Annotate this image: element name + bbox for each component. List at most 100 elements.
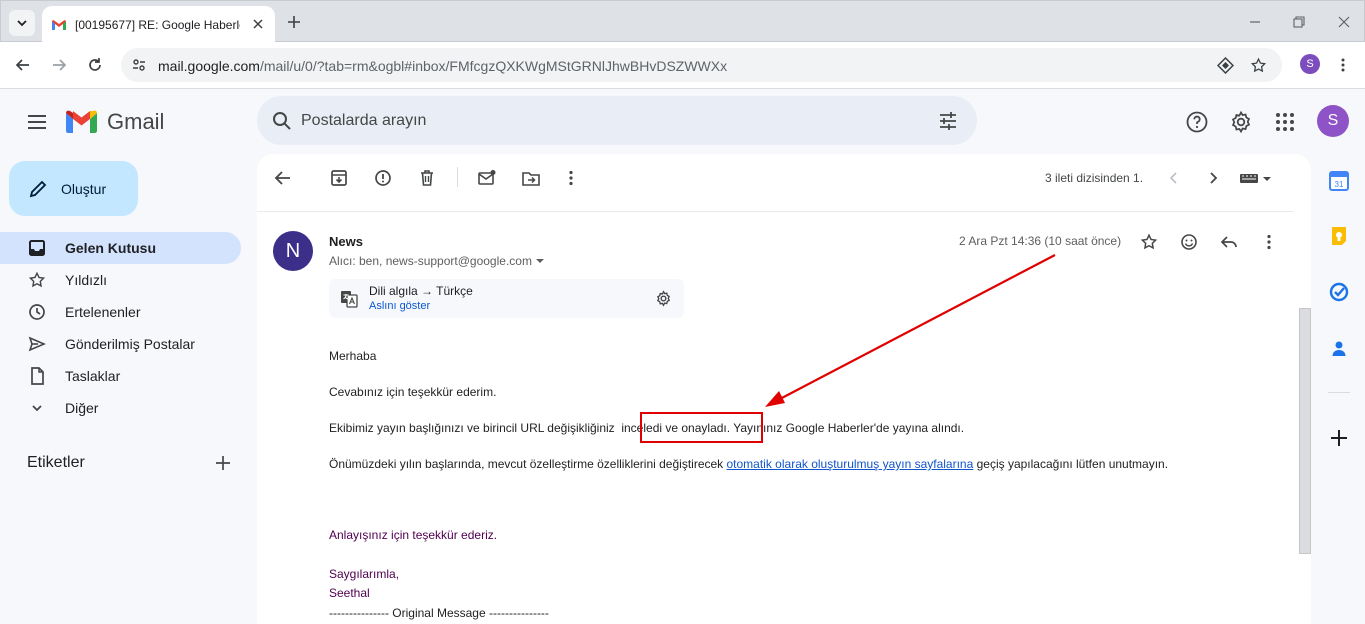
body-line-future: Önümüzdeki yılın başlarında, mevcut özel…: [329, 457, 1169, 471]
sidebar-item-starred[interactable]: Yıldızlı: [0, 264, 241, 296]
back-to-inbox-icon[interactable]: [274, 169, 292, 187]
chevron-down-icon: [32, 405, 42, 412]
older-chevron-icon[interactable]: [1204, 169, 1222, 187]
input-tools-icon[interactable]: [1239, 169, 1273, 187]
toolbar-separator: [457, 167, 458, 187]
sidebar-item-label: Ertelenenler: [65, 304, 141, 320]
sidebar-nav: Gelen Kutusu Yıldızlı Ertelenenler Gönde…: [0, 232, 241, 424]
side-panel-divider: [1328, 392, 1350, 393]
auto-generated-pages-link[interactable]: otomatik olarak oluşturulmuş yayın sayfa…: [727, 457, 974, 471]
browser-menu-icon[interactable]: [1341, 58, 1345, 72]
sender-name[interactable]: News: [329, 234, 363, 249]
star-icon[interactable]: [1140, 233, 1158, 251]
scrollbar-thumb[interactable]: [1299, 308, 1311, 554]
search-bar[interactable]: Postalarda arayın: [257, 96, 977, 145]
bookmark-star-icon[interactable]: [1250, 57, 1267, 74]
browser-tab-bar: [00195677] RE: Google Haberler: [0, 0, 1365, 43]
message-more-icon[interactable]: [1260, 233, 1278, 251]
signature: Seethal: [329, 586, 370, 600]
message-toolbar: 3 ileti dizisinden 1.: [257, 154, 1311, 202]
pencil-icon: [29, 180, 47, 197]
restore-icon[interactable]: [1292, 15, 1306, 29]
browser-profile-avatar[interactable]: S: [1300, 54, 1320, 74]
account-avatar[interactable]: S: [1317, 105, 1349, 137]
search-input[interactable]: Postalarda arayın: [301, 112, 426, 130]
gmail-logo-icon[interactable]: [66, 110, 97, 133]
apps-grid-icon[interactable]: [1273, 110, 1297, 134]
translate-icon: [341, 291, 358, 308]
settings-gear-icon[interactable]: [1229, 110, 1253, 134]
browser-address-bar: mail.google.com/mail/u/0/?tab=rm&ogbl#in…: [0, 42, 1365, 89]
sidebar-item-snoozed[interactable]: Ertelenenler: [0, 296, 241, 328]
keep-icon[interactable]: [1329, 226, 1349, 246]
greeting: Merhaba: [329, 349, 377, 363]
emoji-react-icon[interactable]: [1180, 233, 1198, 251]
contacts-icon[interactable]: [1329, 338, 1349, 358]
more-options-icon[interactable]: [562, 169, 580, 187]
archive-icon[interactable]: [330, 169, 348, 187]
show-original-link[interactable]: Aslını göster: [369, 300, 430, 312]
translate-page-icon[interactable]: [1217, 57, 1234, 74]
recipients-dropdown-icon[interactable]: [535, 257, 545, 265]
message-date: 2 Ara Pzt 14:36 (10 saat önce): [959, 234, 1122, 248]
recipients-line[interactable]: Alıcı: ben, news-support@google.com: [329, 254, 545, 268]
close-window-icon[interactable]: [1337, 15, 1351, 29]
body-line-understanding: Anlayışınız için teşekkür ederiz.: [329, 528, 498, 542]
sender-avatar[interactable]: N: [273, 231, 313, 271]
close-tab-icon[interactable]: [251, 17, 265, 31]
pagination-text: 3 ileti dizisinden 1.: [1045, 171, 1144, 185]
tab-title: [00195677] RE: Google Haberler: [75, 17, 240, 32]
translation-language[interactable]: Dili algıla → Türkçe: [369, 284, 473, 298]
back-icon[interactable]: [14, 56, 32, 74]
translation-bar: Dili algıla → Türkçe Aslını göster: [329, 279, 684, 318]
compose-label: Oluştur: [61, 180, 107, 197]
tasks-icon[interactable]: [1329, 282, 1349, 302]
sidebar-item-more[interactable]: Diğer: [0, 392, 241, 424]
move-to-icon[interactable]: [522, 169, 540, 187]
sidebar-item-label: Yıldızlı: [65, 272, 108, 288]
calendar-icon[interactable]: 31: [1329, 171, 1349, 191]
reload-icon[interactable]: [86, 56, 104, 74]
sidebar-item-drafts[interactable]: Taslaklar: [0, 360, 241, 392]
sidebar-item-label: Gönderilmiş Postalar: [65, 336, 195, 352]
message-pane: 3 ileti dizisinden 1. N News Alıcı: ben,…: [257, 154, 1311, 624]
labels-header: Etiketler: [27, 454, 85, 471]
get-addons-icon[interactable]: [1329, 428, 1349, 448]
newer-chevron-icon[interactable]: [1165, 169, 1183, 187]
mark-unread-icon[interactable]: [478, 169, 496, 187]
sidebar-item-sent[interactable]: Gönderilmiş Postalar: [0, 328, 241, 360]
sidebar-item-label: Diğer: [65, 400, 99, 416]
reply-icon[interactable]: [1220, 233, 1238, 251]
compose-button[interactable]: Oluştur: [9, 161, 138, 216]
gmail-window: [00195677] RE: Google Haberler mail.goog…: [0, 0, 1365, 624]
draft-icon: [31, 367, 44, 385]
sidebar-item-inbox[interactable]: Gelen Kutusu: [0, 232, 241, 264]
translation-settings-icon[interactable]: [655, 290, 672, 307]
site-info-icon[interactable]: [131, 57, 147, 73]
add-label-icon[interactable]: [215, 455, 231, 471]
send-icon: [28, 336, 46, 352]
new-tab-icon[interactable]: [285, 13, 303, 31]
signoff: Saygılarımla,: [329, 567, 400, 581]
annotation-highlight-box: [640, 412, 763, 443]
app-name[interactable]: Gmail: [107, 109, 164, 135]
sidebar-item-label: Gelen Kutusu: [65, 240, 157, 256]
tab-search-button[interactable]: [9, 10, 35, 36]
delete-icon[interactable]: [418, 169, 436, 187]
browser-tab[interactable]: [00195677] RE: Google Haberler: [42, 6, 275, 43]
report-spam-icon[interactable]: [374, 169, 392, 187]
chevron-down-icon: [17, 20, 27, 27]
svg-text:31: 31: [1335, 180, 1344, 189]
inbox-icon: [29, 240, 45, 256]
sidebar-item-label: Taslaklar: [65, 368, 121, 384]
minimize-icon[interactable]: [1248, 15, 1262, 29]
help-icon[interactable]: [1185, 110, 1209, 134]
forward-icon[interactable]: [50, 56, 68, 74]
search-icon[interactable]: [271, 110, 293, 132]
url-field[interactable]: mail.google.com/mail/u/0/?tab=rm&ogbl#in…: [121, 48, 1282, 82]
main-menu-icon[interactable]: [26, 113, 48, 131]
toolbar-divider: [257, 211, 1294, 212]
url-text: mail.google.com/mail/u/0/?tab=rm&ogbl#in…: [158, 58, 728, 74]
search-options-icon[interactable]: [937, 110, 959, 132]
gmail-favicon-icon: [52, 19, 66, 30]
